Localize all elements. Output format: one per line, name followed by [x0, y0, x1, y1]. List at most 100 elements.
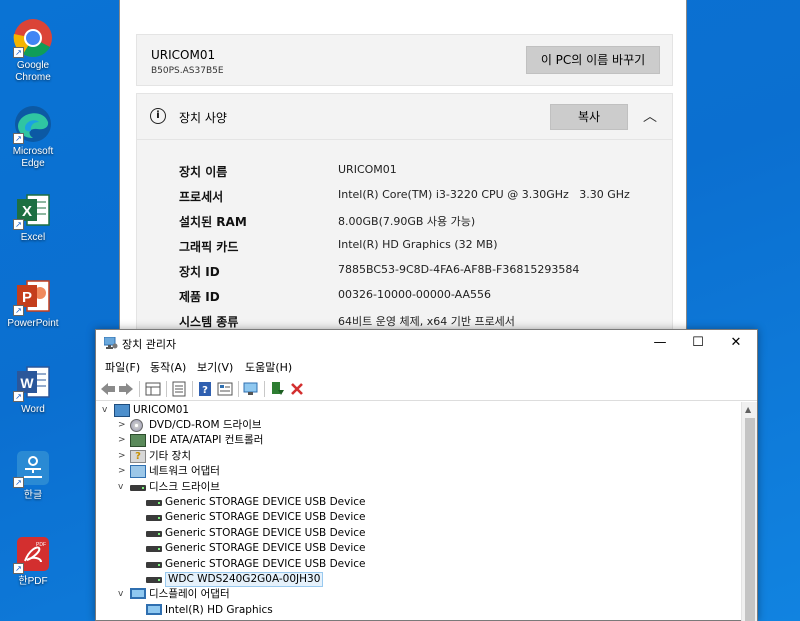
word-icon: W ↗	[13, 362, 53, 402]
menu-action[interactable]: 동작(A)	[150, 359, 186, 375]
menu-bar: 파일(F) 동작(A) 보기(V) 도움말(H)	[96, 357, 757, 377]
update-driver-icon[interactable]	[268, 380, 286, 398]
hanpdf-icon: PDF ↗	[13, 534, 53, 574]
chevron-right-icon[interactable]: >	[118, 418, 128, 433]
scroll-up-icon[interactable]: ▲	[745, 405, 751, 414]
copy-button[interactable]: 복사	[550, 104, 628, 130]
spec-row-product-id: 제품 ID 00326-10000-00000-AA556	[137, 288, 672, 313]
help-icon[interactable]: ?	[196, 380, 214, 398]
device-manager-icon	[104, 337, 118, 349]
desktop-icon-excel[interactable]: X ↗ Excel	[0, 190, 66, 244]
settings-window: URICOM01 B50PS.AS37B5E 이 PC의 이름 바꾸기 i 장치…	[119, 0, 687, 340]
toolbar-separator	[166, 381, 167, 397]
tree-node-label: URICOM01	[133, 404, 190, 416]
desktop-icon-label: Excel	[20, 232, 46, 243]
disk-drive-icon	[130, 484, 146, 491]
chevron-down-icon[interactable]: v	[102, 403, 112, 418]
chevron-up-icon[interactable]: ︿	[643, 106, 657, 126]
toolbar-separator	[139, 381, 140, 397]
spec-value: Intel(R) Core(TM) i3-3220 CPU @ 3.30GHz …	[338, 188, 630, 201]
chevron-right-icon[interactable]: >	[118, 464, 128, 479]
tree-node-label: Generic STORAGE DEVICE USB Device	[165, 496, 366, 508]
uninstall-device-icon[interactable]	[288, 380, 306, 398]
desktop-icon-hangul[interactable]: ↗ 한글	[0, 448, 66, 502]
scan-hardware-icon[interactable]	[242, 380, 260, 398]
svg-text:P: P	[22, 289, 32, 306]
spec-key: 장치 ID	[179, 265, 220, 279]
desktop-icon-label: Word	[21, 404, 45, 415]
device-spec-header[interactable]: i 장치 사양 복사 ︿	[137, 94, 672, 140]
back-arrow-icon[interactable]	[99, 380, 117, 398]
tree-node-label: WDC WDS240G2G0A-00JH30	[165, 572, 324, 587]
desktop-icon-label: Google Chrome	[15, 60, 51, 83]
pc-model: B50PS.AS37B5E	[151, 66, 224, 76]
spec-value: URICOM01	[338, 163, 397, 176]
spec-row-ram: 설치된 RAM 8.00GB(7.90GB 사용 가능)	[137, 213, 672, 238]
pc-name-card: URICOM01 B50PS.AS37B5E 이 PC의 이름 바꾸기	[136, 34, 673, 86]
desktop-icon-edge[interactable]: ↗ Microsoft Edge	[0, 104, 66, 170]
forward-arrow-icon[interactable]	[117, 380, 135, 398]
chevron-down-icon[interactable]: v	[118, 587, 128, 602]
spec-key: 시스템 종류	[179, 315, 239, 329]
chevron-down-icon[interactable]: v	[118, 480, 128, 495]
excel-icon: X ↗	[13, 190, 53, 230]
svg-text:?: ?	[202, 385, 208, 396]
spec-key: 제품 ID	[179, 290, 220, 304]
scroll-thumb[interactable]	[745, 418, 755, 621]
vertical-scrollbar[interactable]: ▲	[741, 402, 757, 621]
menu-view[interactable]: 보기(V)	[197, 359, 233, 375]
tree-node-label: Generic STORAGE DEVICE USB Device	[165, 542, 366, 555]
desktop-icon-hanpdf[interactable]: PDF ↗ 한PDF	[0, 534, 66, 588]
chevron-right-icon[interactable]: >	[118, 449, 128, 464]
spec-row-processor: 프로세서 Intel(R) Core(TM) i3-3220 CPU @ 3.3…	[137, 188, 672, 213]
list-view-icon[interactable]	[170, 380, 188, 398]
details-view-icon[interactable]	[216, 380, 234, 398]
shortcut-arrow-icon: ↗	[13, 563, 24, 574]
spec-value: 64비트 운영 체제, x64 기반 프로세서	[338, 315, 515, 328]
toolbar-separator	[264, 381, 265, 397]
tree-node-label: Generic STORAGE DEVICE USB Device	[165, 557, 366, 570]
disk-drive-icon	[146, 561, 162, 568]
shortcut-arrow-icon: ↗	[13, 133, 24, 144]
spec-key: 그래픽 카드	[179, 240, 239, 254]
device-spec-title: 장치 사양	[179, 111, 227, 125]
disk-drive-icon	[146, 530, 162, 537]
properties-grid-icon[interactable]	[144, 380, 162, 398]
desktop-icon-word[interactable]: W ↗ Word	[0, 362, 66, 416]
shortcut-arrow-icon: ↗	[13, 391, 24, 402]
spec-row-graphics: 그래픽 카드 Intel(R) HD Graphics (32 MB)	[137, 238, 672, 263]
controller-icon	[130, 434, 146, 448]
desktop-icon-label: 한PDF	[18, 576, 48, 587]
tree-node-label: Generic STORAGE DEVICE USB Device	[165, 511, 366, 524]
rename-pc-button[interactable]: 이 PC의 이름 바꾸기	[526, 46, 660, 74]
tree-node-label: 디스크 드라이브	[149, 480, 220, 493]
tree-node-label: Generic STORAGE DEVICE USB Device	[165, 526, 366, 539]
minimize-button[interactable]: —	[642, 333, 678, 353]
tree-node-label: 디스플레이 어댑터	[149, 588, 230, 601]
window-title: 장치 관리자	[122, 338, 177, 351]
spec-value: Intel(R) HD Graphics (32 MB)	[338, 238, 498, 251]
disk-drive-icon	[146, 515, 162, 522]
spec-value: 7885BC53-9C8D-4FA6-AF8B-F36815293584	[338, 263, 580, 276]
spec-value: 8.00GB(7.90GB 사용 가능)	[338, 215, 476, 228]
svg-text:PDF: PDF	[36, 542, 46, 548]
device-tree: v URICOM01 > DVD/CD-ROM 드라이브 > IDE ATA/ATAP…	[96, 402, 741, 621]
tree-node-label: IDE ATA/ATAPI 컨트롤러	[149, 434, 264, 447]
spec-key: 장치 이름	[179, 165, 228, 179]
close-button[interactable]: ✕	[718, 333, 754, 353]
maximize-button[interactable]: ☐	[680, 333, 716, 353]
display-adapter-icon	[130, 588, 146, 600]
chevron-right-icon[interactable]: >	[118, 433, 128, 448]
device-manager-window: 장치 관리자 — ☐ ✕ 파일(F) 동작(A) 보기(V) 도움말(H) ? …	[95, 329, 758, 621]
info-icon: i	[150, 108, 166, 124]
svg-text:X: X	[22, 203, 32, 220]
desktop-icon-chrome[interactable]: ↗ Google Chrome	[0, 18, 66, 84]
shortcut-arrow-icon: ↗	[13, 305, 24, 316]
title-bar[interactable]: 장치 관리자 — ☐ ✕	[96, 330, 757, 357]
desktop-icon-powerpoint[interactable]: P ↗ PowerPoint	[0, 276, 66, 330]
menu-help[interactable]: 도움말(H)	[245, 359, 292, 375]
menu-file[interactable]: 파일(F)	[105, 359, 140, 375]
desktop-icon-label: 한글	[23, 490, 43, 501]
toolbar-separator	[192, 381, 193, 397]
chrome-icon: ↗	[13, 18, 53, 58]
